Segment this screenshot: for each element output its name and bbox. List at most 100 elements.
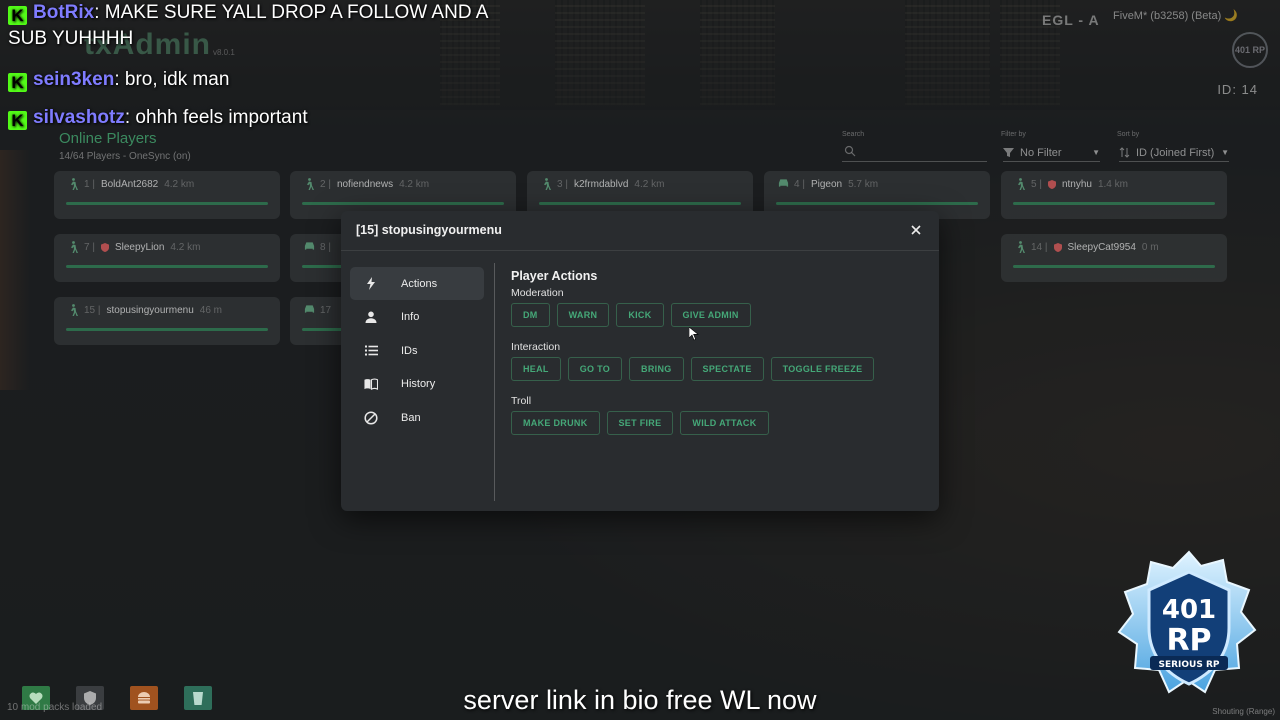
troll-buttons: MAKE DRUNK SET FIRE WILD ATTACK <box>511 411 874 435</box>
online-players-count: 14/64 Players - OneSync (on) <box>59 151 191 162</box>
player-card[interactable]: 1 | BoldAnt2682 4.2 km <box>54 171 280 219</box>
close-button[interactable] <box>907 221 925 239</box>
player-id-label: 1 | <box>84 178 95 190</box>
player-name: nofiendnews <box>336 178 394 190</box>
menu-item-label: Info <box>401 311 420 323</box>
kick-logo-icon: K <box>8 6 27 25</box>
heal-button[interactable]: HEAL <box>511 357 561 381</box>
section-label-interaction: Interaction <box>511 341 561 353</box>
player-card[interactable]: 15 | stopusingyourmenu 46 m <box>54 297 280 345</box>
player-distance: 1.4 km <box>1097 178 1128 190</box>
menu-item-ids[interactable]: IDs <box>350 334 484 367</box>
lightning-icon <box>364 277 378 291</box>
server-logo: 401 RP SERIOUS RP <box>1117 550 1257 694</box>
engine-tag: EGL - A <box>1042 12 1100 28</box>
player-name: Pigeon <box>810 178 843 190</box>
menu-item-label: Actions <box>401 277 438 290</box>
walk-icon <box>541 178 551 190</box>
player-id-label: 4 | <box>794 178 805 190</box>
player-id-label: 14 | <box>1031 241 1048 253</box>
chat-message: K BotRix: MAKE SURE YALL DROP A FOLLOW AN… <box>8 0 508 52</box>
admin-shield-icon <box>1047 179 1056 189</box>
sort-value: ID (Joined First) <box>1136 146 1215 159</box>
logo-number: 401 <box>1162 595 1216 625</box>
player-distance: 0 m <box>1141 241 1159 253</box>
section-label-moderation: Moderation <box>511 287 564 299</box>
player-distance: 4.2 km <box>399 178 430 190</box>
book-icon <box>364 377 378 391</box>
search-input[interactable] <box>842 144 987 162</box>
chat-text: : bro, idk man <box>114 69 230 90</box>
section-label-troll: Troll <box>511 395 532 407</box>
chevron-down-icon: ▼ <box>1092 148 1100 157</box>
menu-item-label: IDs <box>401 344 418 357</box>
menu-item-actions[interactable]: Actions <box>350 267 484 300</box>
menu-item-history[interactable]: History <box>350 368 484 401</box>
mouse-cursor-icon <box>689 327 699 341</box>
walk-icon <box>1015 178 1025 190</box>
car-icon <box>304 241 315 253</box>
player-id-label: 8 | <box>320 241 331 253</box>
player-card[interactable]: 5 | ntnyhu 1.4 km <box>1001 171 1227 219</box>
dm-button[interactable]: DM <box>511 303 550 327</box>
toggle-freeze-button[interactable]: TOGGLE FREEZE <box>770 357 875 381</box>
interaction-buttons: HEAL GO TO BRING SPECTATE TOGGLE FREEZE <box>511 357 875 381</box>
player-health-bar <box>1013 265 1215 268</box>
filter-select[interactable]: No Filter ▼ <box>1003 144 1100 162</box>
menu-item-label: Ban <box>401 411 421 424</box>
player-id-label: 17 <box>320 304 332 316</box>
goto-button[interactable]: GO TO <box>567 357 623 381</box>
content-title: Player Actions <box>511 269 598 283</box>
wild-attack-button[interactable]: WILD ATTACK <box>680 411 769 435</box>
set-fire-button[interactable]: SET FIRE <box>606 411 674 435</box>
player-id-label: 15 | <box>84 304 101 316</box>
player-card[interactable]: 14 | SleepyCat9954 0 m <box>1001 234 1227 282</box>
give-admin-button[interactable]: GIVE ADMIN <box>670 303 751 327</box>
player-distance: 46 m <box>199 304 223 316</box>
player-id-label: 5 | <box>1031 178 1042 190</box>
car-icon <box>778 178 789 190</box>
menu-item-info[interactable]: Info <box>350 301 484 334</box>
chat-message: Ksilvashotz: ohhh feels important <box>8 105 308 131</box>
menu-item-label: History <box>401 378 436 390</box>
moderation-buttons: DM WARN KICK GIVE ADMIN <box>511 303 874 327</box>
player-id-label: 2 | <box>320 178 331 190</box>
player-id-label: 3 | <box>557 178 568 190</box>
car-icon <box>304 304 315 316</box>
player-name: BoldAnt2682 <box>100 178 159 190</box>
player-distance: 5.7 km <box>848 178 879 190</box>
player-modal: [15] stopusingyourmenu Actions Info IDs … <box>341 211 939 511</box>
logo-letters: RP <box>1166 623 1211 658</box>
kick-logo-icon: K <box>8 111 27 130</box>
sort-icon <box>1119 147 1130 158</box>
search-icon <box>844 145 856 157</box>
sort-label: Sort by <box>1117 131 1140 138</box>
player-actions-panel: Player Actions Moderation DM WARN KICK G… <box>511 269 875 449</box>
player-name: stopusingyourmenu <box>106 304 194 316</box>
sort-select[interactable]: ID (Joined First) ▼ <box>1119 144 1229 162</box>
walk-icon <box>68 241 78 253</box>
player-health-bar <box>539 202 741 205</box>
player-health-bar <box>302 202 504 205</box>
player-distance: 4.2 km <box>170 241 201 253</box>
player-name: SleepyCat9954 <box>1067 241 1136 253</box>
player-card[interactable]: 7 | SleepyLion 4.2 km <box>54 234 280 282</box>
chat-username: BotRix <box>33 2 95 23</box>
admin-shield-icon <box>100 242 109 252</box>
divider <box>494 263 495 501</box>
player-id-label: 7 | <box>84 241 95 253</box>
warn-button[interactable]: WARN <box>556 303 610 327</box>
spectate-button[interactable]: SPECTATE <box>690 357 764 381</box>
online-players-title: Online Players <box>59 130 157 147</box>
admin-shield-icon <box>1053 242 1062 252</box>
bring-button[interactable]: BRING <box>629 357 684 381</box>
menu-item-ban[interactable]: Ban <box>350 401 484 434</box>
kick-button[interactable]: KICK <box>616 303 664 327</box>
make-drunk-button[interactable]: MAKE DRUNK <box>511 411 600 435</box>
corner-badge: 401 RP <box>1232 32 1268 68</box>
modal-title: [15] stopusingyourmenu <box>356 223 502 237</box>
chat-username: sein3ken <box>33 69 115 90</box>
player-id: ID: 14 <box>1217 82 1258 97</box>
kick-logo-icon: K <box>8 73 27 92</box>
ban-icon <box>364 410 378 425</box>
